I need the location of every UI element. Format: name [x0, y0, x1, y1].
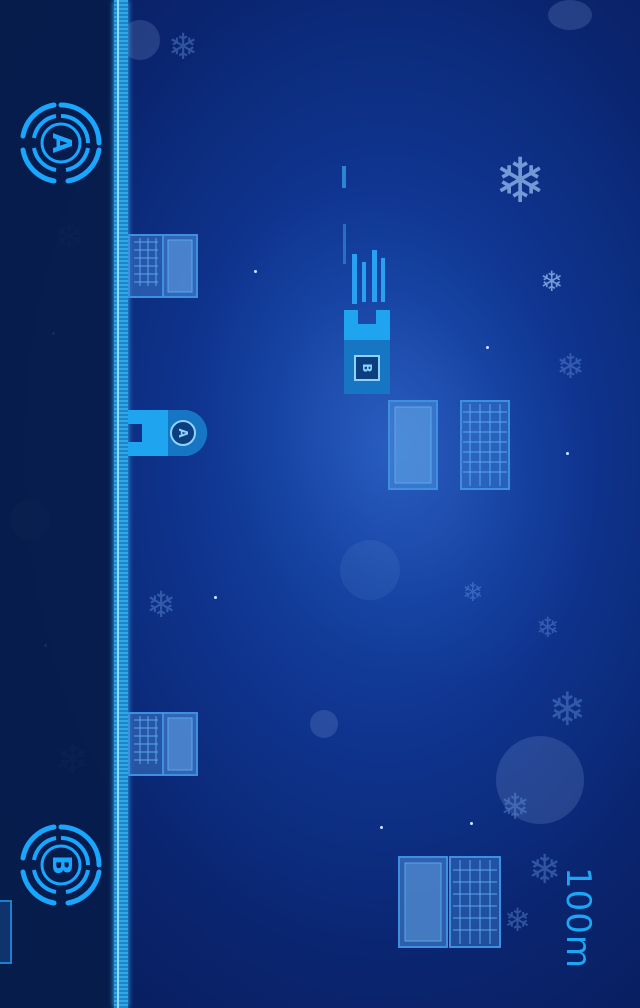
player-a-label: A — [176, 428, 190, 438]
laptop-icon — [128, 234, 198, 302]
bokeh-light — [340, 540, 400, 600]
player-a: A — [128, 410, 208, 456]
motion-trail — [342, 166, 346, 188]
player-b-label: B — [360, 363, 374, 373]
snowflake-icon: ❄ — [462, 578, 484, 608]
motion-trail — [343, 224, 346, 264]
laptop-icon — [128, 712, 198, 780]
star — [470, 822, 473, 825]
snowflake-icon: ❄ — [548, 682, 587, 736]
motion-trail — [381, 258, 385, 302]
star — [486, 346, 489, 349]
motion-trail — [362, 262, 366, 302]
motion-trail — [352, 254, 357, 304]
snowflake-icon: ❄ — [168, 27, 199, 68]
star — [254, 270, 257, 273]
snowflake-icon: ❄ — [494, 144, 546, 217]
distance-counter: 100m — [548, 866, 608, 970]
tablet-icon — [0, 900, 12, 964]
button-a-label: A — [46, 132, 76, 154]
snowflake-icon: ❄ — [536, 611, 560, 644]
button-b[interactable]: B — [18, 822, 104, 908]
tablet-icon — [388, 400, 438, 494]
snowflake-icon: ❄ — [556, 347, 585, 387]
star — [380, 826, 383, 829]
snowflake-icon: ❄ — [504, 901, 531, 939]
button-b-label: B — [46, 855, 76, 875]
star — [566, 452, 569, 455]
keyboard-icon — [460, 400, 510, 494]
star — [214, 596, 217, 599]
snowflake-icon: ❄ — [146, 585, 177, 626]
distance-value: 100m — [558, 866, 599, 970]
snowflake-icon: ❄ — [540, 265, 564, 298]
ground-track — [114, 0, 128, 1008]
laptop-icon — [398, 856, 502, 952]
button-a[interactable]: A — [18, 100, 104, 186]
bokeh-light — [548, 0, 592, 30]
snowflake-icon: ❄ — [500, 787, 531, 828]
motion-trail — [372, 250, 377, 302]
bokeh-light — [310, 710, 338, 738]
player-b: B — [344, 310, 390, 394]
